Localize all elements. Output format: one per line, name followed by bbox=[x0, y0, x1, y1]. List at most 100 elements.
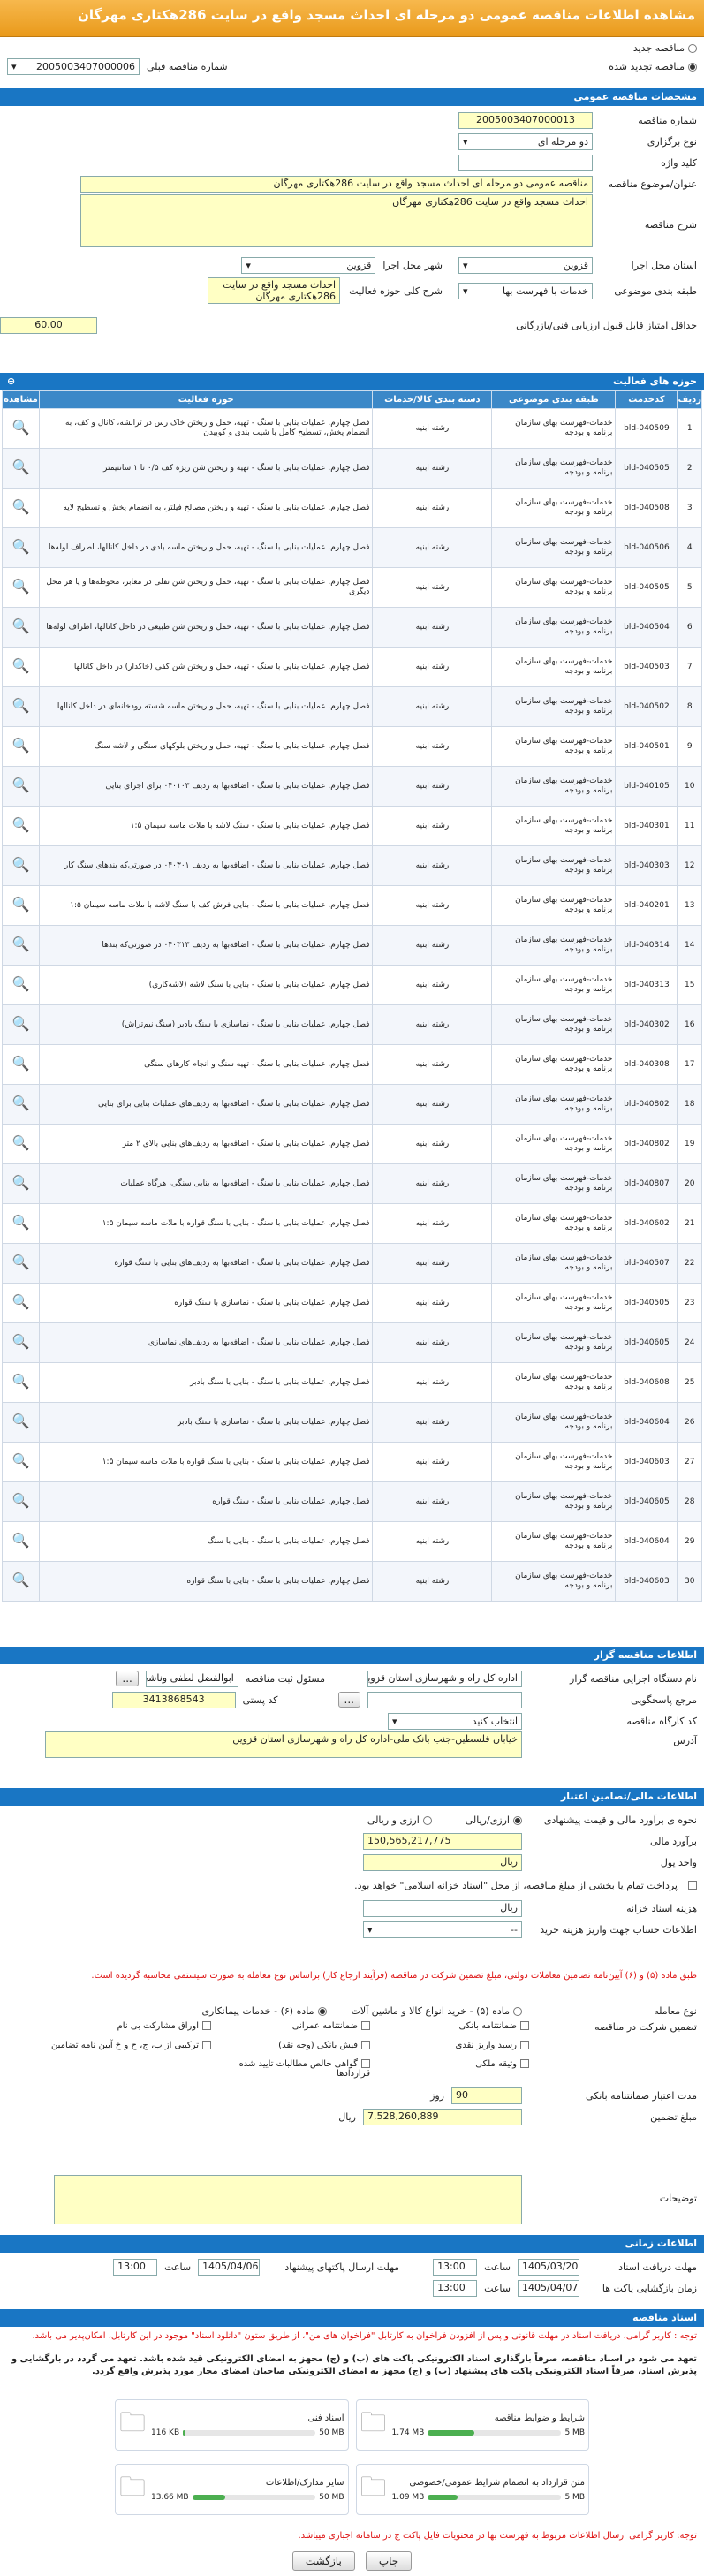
form-combo[interactable]: ترکیبی از ب، ج، ح و خ آیین نامه تضامین bbox=[34, 2040, 211, 2057]
opt-foreign-and-rial[interactable]: ارزی و ریالی bbox=[367, 1815, 432, 1826]
deal-opt2-radio[interactable] bbox=[317, 2006, 327, 2016]
form-bonds[interactable]: اوراق مشارکت بی نام bbox=[34, 2021, 211, 2037]
magnifier-icon[interactable]: 🔍 bbox=[12, 498, 30, 515]
form-bank-checkbox[interactable] bbox=[520, 2021, 529, 2030]
form-claims[interactable]: گواهی خالص مطالبات تایید شده قراردادها bbox=[211, 2059, 370, 2085]
renew-tender-option[interactable]: مناقصه تجدید شده bbox=[573, 61, 697, 72]
magnifier-icon[interactable]: 🔍 bbox=[12, 1452, 30, 1469]
form-cash-checkbox[interactable] bbox=[520, 2040, 529, 2049]
table-cell: 17 bbox=[677, 1044, 702, 1085]
magnifier-icon[interactable]: 🔍 bbox=[12, 1254, 30, 1270]
magnifier-icon[interactable]: 🔍 bbox=[12, 936, 30, 952]
magnifier-icon[interactable]: 🔍 bbox=[12, 578, 30, 595]
keyword-field[interactable] bbox=[458, 154, 593, 171]
table-cell: bld-040504 bbox=[615, 607, 678, 648]
subject-field[interactable]: مناقصه عمومی دو مرحله ای احداث مسجد واقع… bbox=[80, 175, 593, 193]
col-header: حوزه فعالیت bbox=[38, 390, 374, 409]
form-claims-checkbox[interactable] bbox=[361, 2059, 370, 2069]
magnifier-icon[interactable]: 🔍 bbox=[12, 617, 30, 634]
table-cell: فصل چهارم. عملیات بنایی با سنگ - نماسازی… bbox=[38, 1283, 374, 1323]
magnifier-icon[interactable]: 🔍 bbox=[12, 538, 30, 555]
desc-field[interactable]: احداث مسجد واقع در سایت 286هکتاری مهرگان bbox=[80, 194, 593, 247]
table-cell: خدمات-فهرست بهای سازمان برنامه و بودجه bbox=[491, 408, 617, 449]
magnifier-icon[interactable]: 🔍 bbox=[12, 975, 30, 992]
magnifier-icon[interactable]: 🔍 bbox=[12, 1174, 30, 1191]
view-cell: 🔍 bbox=[2, 647, 40, 687]
magnifier-icon[interactable]: 🔍 bbox=[12, 737, 30, 754]
magnifier-icon[interactable]: 🔍 bbox=[12, 1572, 30, 1588]
magnifier-icon[interactable]: 🔍 bbox=[12, 1214, 30, 1231]
form-slip[interactable]: فیش بانکی (وجه نقد) bbox=[211, 2040, 370, 2057]
print-button[interactable]: چاپ bbox=[365, 2551, 413, 2571]
table-cell: 24 bbox=[677, 1322, 702, 1363]
table-row: 24 bld-040605 خدمات-فهرست بهای سازمان برنا… bbox=[2, 1322, 702, 1363]
table-row: 11 bld-040301 خدمات-فهرست بهای سازمان برنا… bbox=[2, 806, 702, 846]
col-header: کدخدمت bbox=[615, 390, 678, 409]
deal-opt1[interactable]: ماده (۵) - خرید انواع کالا و ماشین آلات bbox=[352, 2005, 522, 2017]
opt-foreign-or-rial[interactable]: ارزی/ریالی bbox=[466, 1815, 522, 1826]
workshop-select[interactable]: انتخاب کنید ▾ bbox=[388, 1712, 522, 1730]
table-cell: فصل چهارم. عملیات بنایی با سنگ - سنگ لاش… bbox=[38, 806, 374, 846]
file-card[interactable]: متن قرارداد به انضمام شرایط عمومی/خصوصی 1… bbox=[355, 2464, 589, 2515]
magnifier-icon[interactable]: 🔍 bbox=[12, 1333, 30, 1350]
magnifier-icon[interactable]: 🔍 bbox=[12, 1413, 30, 1429]
prev-number-select[interactable]: 2005003407000006 ▾ bbox=[7, 57, 140, 75]
magnifier-icon[interactable]: 🔍 bbox=[12, 856, 30, 873]
form-slip-checkbox[interactable] bbox=[361, 2040, 370, 2049]
magnifier-icon[interactable]: 🔍 bbox=[12, 1532, 30, 1549]
table-row: 30 bld-040603 خدمات-فهرست بهای سازمان برنا… bbox=[2, 1561, 702, 1602]
new-tender-option[interactable]: مناقصه جدید bbox=[633, 42, 697, 57]
magnifier-icon[interactable]: 🔍 bbox=[12, 1293, 30, 1310]
class-label: طبقه بندی موضوعی bbox=[614, 284, 697, 297]
opt2-radio[interactable] bbox=[422, 1815, 432, 1825]
province-select[interactable]: قزوین ▾ bbox=[458, 256, 593, 274]
table-cell: فصل چهارم. عملیات بنایی با سنگ - اضافه‌ب… bbox=[38, 1163, 374, 1204]
magnifier-icon[interactable]: 🔍 bbox=[12, 816, 30, 833]
notes-field[interactable] bbox=[54, 2175, 522, 2224]
answer-more-button[interactable]: ... bbox=[337, 1692, 360, 1708]
magnifier-icon[interactable]: 🔍 bbox=[12, 697, 30, 714]
account-select[interactable]: -- ▾ bbox=[363, 1921, 522, 1938]
validity-label: مدت اعتبار ضمانتنامه بانکی bbox=[585, 2089, 697, 2102]
form-civil[interactable]: ضمانتنامه عمرانی bbox=[211, 2021, 370, 2037]
magnifier-icon[interactable]: 🔍 bbox=[12, 777, 30, 793]
form-bonds-checkbox[interactable] bbox=[202, 2021, 211, 2030]
collapse-icon[interactable]: ⊖ bbox=[7, 375, 15, 388]
class-select[interactable]: خدمات با فهرست بها ▾ bbox=[458, 282, 593, 299]
city-select[interactable]: قزوین ▾ bbox=[241, 256, 376, 274]
table-cell: رشته ابنیه bbox=[372, 1442, 493, 1482]
magnifier-icon[interactable]: 🔍 bbox=[12, 896, 30, 913]
file-card[interactable]: اسناد فنی 116 KB 50 MB 🗀 bbox=[115, 2399, 349, 2451]
magnifier-icon[interactable]: 🔍 bbox=[12, 1055, 30, 1072]
renew-radio[interactable] bbox=[688, 62, 697, 72]
form-bank[interactable]: ضمانتنامه بانکی bbox=[370, 2021, 529, 2037]
file-card[interactable]: سایر مدارک/اطلاعات 13.66 MB 50 MB 🗀 bbox=[115, 2464, 349, 2515]
unit-field: ریال bbox=[363, 1853, 522, 1871]
files-grid: شرایط و ضوابط مناقصه 1.74 MB 5 MB 🗀 اسناد فن… bbox=[0, 2394, 704, 2527]
treasury-checkbox[interactable] bbox=[688, 1881, 697, 1890]
form-property[interactable]: وثیقه ملکی bbox=[370, 2059, 529, 2085]
magnifier-icon[interactable]: 🔍 bbox=[12, 1134, 30, 1151]
magnifier-icon[interactable]: 🔍 bbox=[12, 1095, 30, 1111]
file-card[interactable]: شرایط و ضوابط مناقصه 1.74 MB 5 MB 🗀 bbox=[355, 2399, 589, 2451]
more-button[interactable]: ... bbox=[116, 1671, 139, 1686]
new-radio[interactable] bbox=[688, 44, 697, 53]
deal-opt2[interactable]: ماده (۶) - خدمات پیمانکاری bbox=[201, 2005, 327, 2017]
form-combo-checkbox[interactable] bbox=[202, 2040, 211, 2049]
form-cash[interactable]: رسید واریز نقدی bbox=[370, 2040, 529, 2057]
magnifier-icon[interactable]: 🔍 bbox=[12, 419, 30, 436]
magnifier-icon[interactable]: 🔍 bbox=[12, 657, 30, 674]
magnifier-icon[interactable]: 🔍 bbox=[12, 1373, 30, 1390]
file-max: 5 MB bbox=[564, 2428, 585, 2437]
deal-opt1-radio[interactable] bbox=[513, 2006, 522, 2016]
table-row: 25 bld-040608 خدمات-فهرست بهای سازمان برنا… bbox=[2, 1362, 702, 1403]
back-button[interactable]: بازگشت bbox=[291, 2551, 355, 2571]
table-cell: رشته ابنیه bbox=[372, 885, 493, 926]
magnifier-icon[interactable]: 🔍 bbox=[12, 1015, 30, 1032]
form-civil-checkbox[interactable] bbox=[361, 2021, 370, 2030]
type-select[interactable]: دو مرحله ای ▾ bbox=[458, 133, 593, 150]
form-property-checkbox[interactable] bbox=[520, 2059, 529, 2069]
magnifier-icon[interactable]: 🔍 bbox=[12, 1492, 30, 1509]
magnifier-icon[interactable]: 🔍 bbox=[12, 458, 30, 475]
opt1-radio[interactable] bbox=[513, 1815, 522, 1825]
